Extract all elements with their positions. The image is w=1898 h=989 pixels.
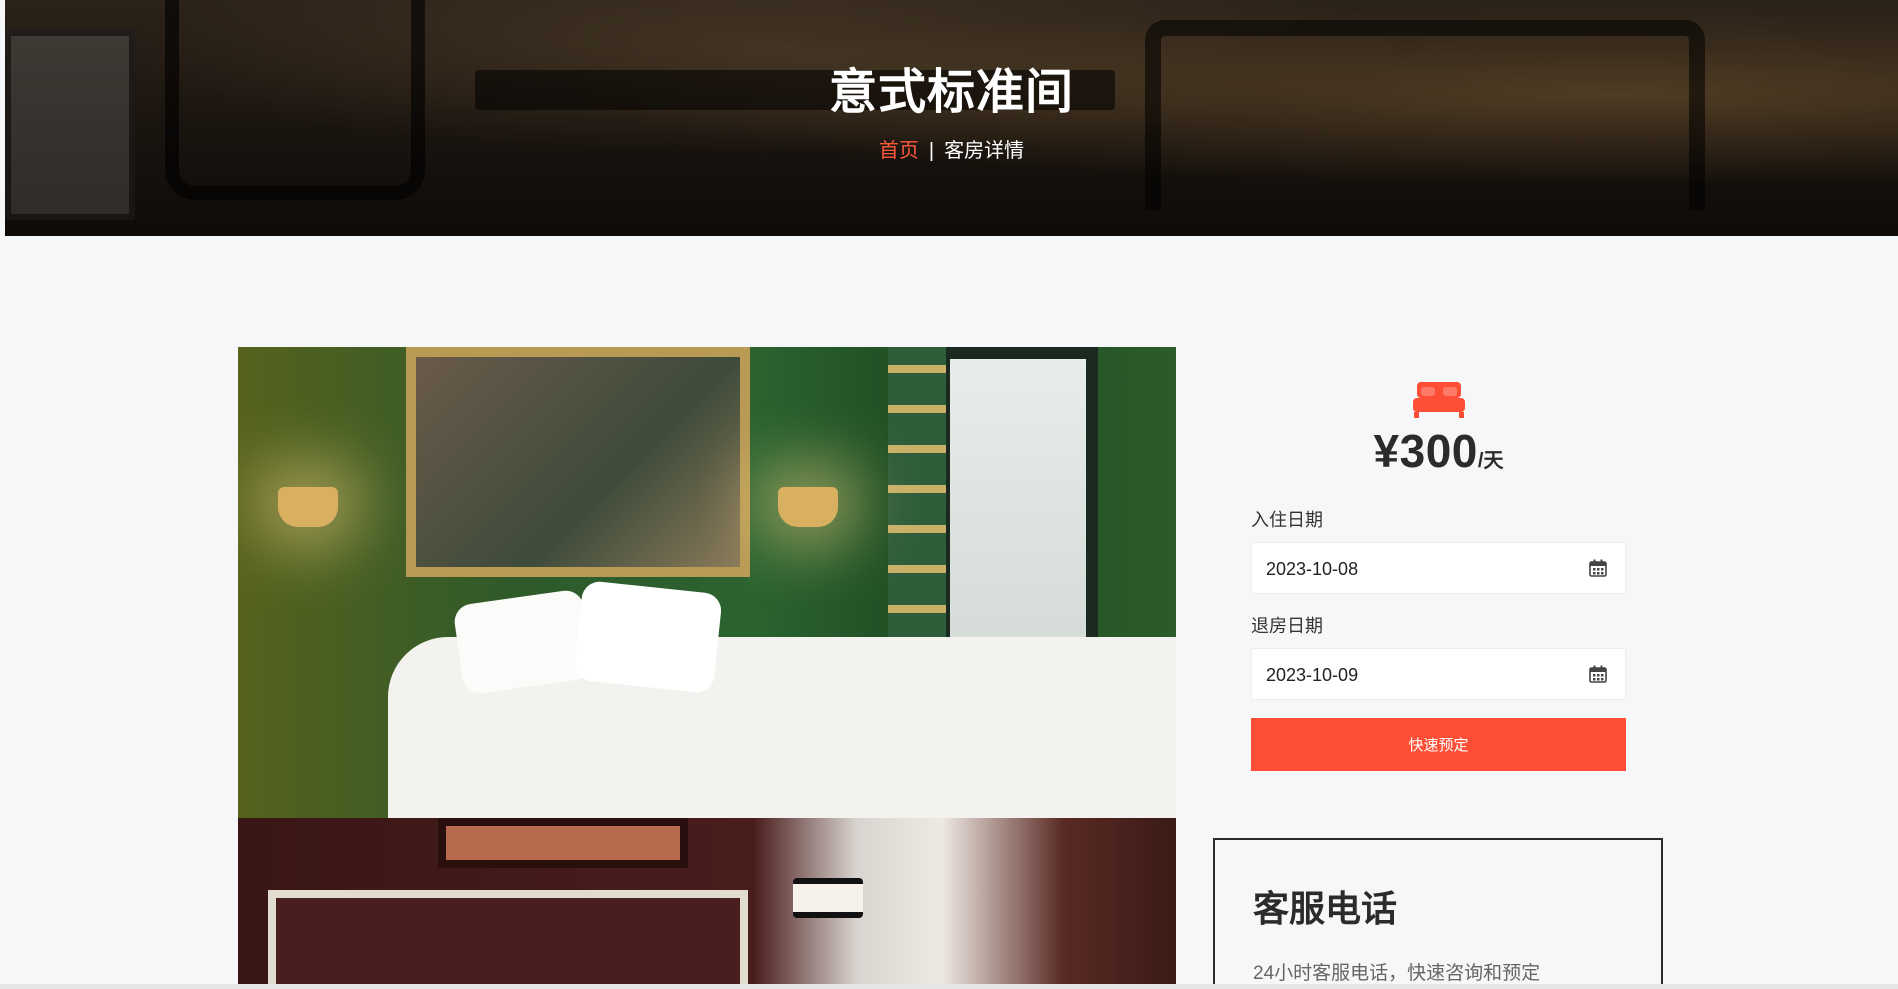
breadcrumb-separator: |: [928, 140, 935, 162]
breadcrumb-current: 客房详情: [944, 140, 1025, 162]
checkout-date-value: 2023-10-09: [1266, 665, 1359, 685]
customer-service-card: 客服电话 24小时客服电话，快速咨询和预定: [1213, 838, 1663, 989]
checkout-label: 退房日期: [1251, 616, 1323, 636]
price-unit: /天: [1477, 450, 1504, 472]
calendar-icon[interactable]: [1589, 559, 1607, 577]
price-display: ¥300/天: [1251, 424, 1626, 478]
service-title: 客服电话: [1253, 888, 1398, 929]
bed-icon: [1412, 382, 1465, 418]
checkin-label: 入住日期: [1251, 510, 1323, 530]
checkin-date-value: 2023-10-08: [1266, 559, 1359, 579]
checkin-date-input[interactable]: 2023-10-08: [1251, 542, 1626, 594]
service-description: 24小时客服电话，快速咨询和预定: [1253, 963, 1541, 984]
room-photo-green-bedroom: [238, 347, 1176, 818]
page-bottom-edge: [0, 984, 1898, 989]
photo-lamp: [793, 878, 863, 918]
photo-wall-lamp: [778, 487, 838, 527]
photo-wall-lamp: [278, 487, 338, 527]
page-title: 意式标准间: [828, 66, 1074, 119]
hero-banner: 意式标准间 首页 | 客房详情: [5, 0, 1898, 236]
photo-pillow: [573, 579, 723, 695]
breadcrumb: 首页 | 客房详情: [5, 134, 1898, 163]
room-photo-red-bedroom: [238, 818, 1176, 989]
calendar-icon[interactable]: [1589, 665, 1607, 683]
photo-pillow: [452, 588, 594, 696]
photo-headboard: [268, 890, 748, 989]
room-price: ¥300: [1373, 425, 1478, 477]
photo-mirror: [406, 347, 750, 577]
quick-book-button[interactable]: 快速预定: [1251, 718, 1626, 771]
photo-frame: [438, 818, 688, 868]
booking-panel: ¥300/天 入住日期 2023-10-08 退房日期 2023-10-09 快…: [1251, 380, 1626, 771]
room-gallery: [238, 347, 1176, 989]
checkout-date-input[interactable]: 2023-10-09: [1251, 648, 1626, 700]
breadcrumb-home-link[interactable]: 首页: [879, 140, 919, 162]
